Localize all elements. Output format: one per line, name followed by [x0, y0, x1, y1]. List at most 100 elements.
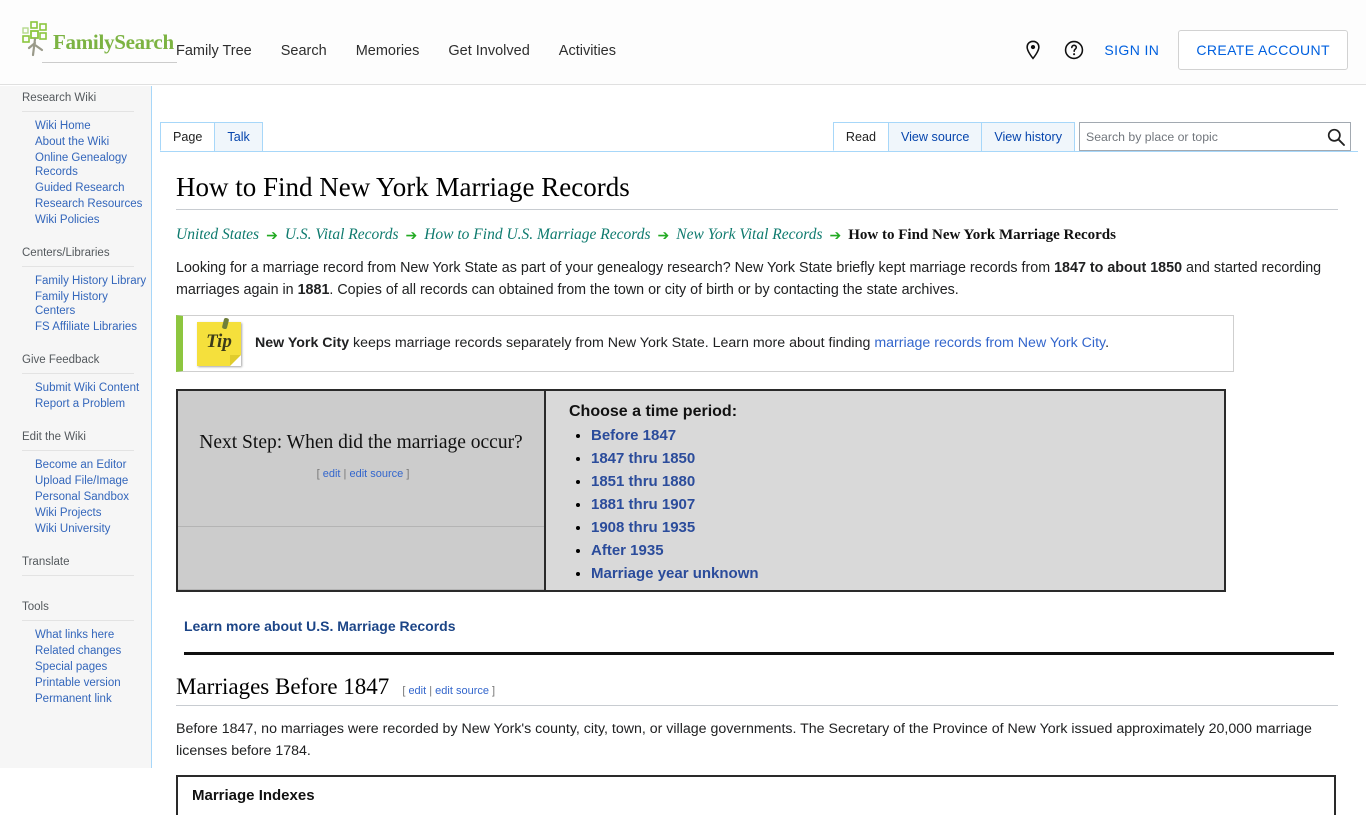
- sidebar-list-edit-the-wiki: Become an Editor Upload File/Image Perso…: [0, 457, 152, 537]
- search-box[interactable]: [1079, 122, 1351, 151]
- nav-item-search[interactable]: Search: [281, 43, 327, 59]
- sidebar-link-guided-research[interactable]: Guided Research: [35, 180, 125, 196]
- sign-in-link[interactable]: SIGN IN: [1104, 42, 1159, 58]
- list-item[interactable]: 1908 thru 1935: [591, 519, 1224, 537]
- tab-view-history[interactable]: View history: [981, 122, 1075, 151]
- sidebar-item-what-links-here[interactable]: What links here: [35, 627, 152, 643]
- time-period-option-1847-thru-1850[interactable]: 1847 thru 1850: [591, 450, 695, 467]
- tab-talk[interactable]: Talk: [214, 122, 263, 151]
- sidebar-item-personal-sandbox[interactable]: Personal Sandbox: [35, 489, 152, 505]
- sidebar-item-upload-file-image[interactable]: Upload File/Image: [35, 473, 152, 489]
- sidebar-item-family-history-centers[interactable]: Family History Centers: [35, 289, 152, 319]
- sidebar-link-family-history-centers[interactable]: Family History Centers: [35, 289, 148, 319]
- sidebar-link-report-a-problem[interactable]: Report a Problem: [35, 396, 125, 412]
- tab-page[interactable]: Page: [160, 122, 216, 151]
- familysearch-logo[interactable]: FamilySearch: [20, 21, 177, 63]
- edit-link[interactable]: edit: [323, 468, 341, 480]
- sidebar-link-what-links-here[interactable]: What links here: [35, 627, 114, 643]
- help-circle-icon[interactable]: [1063, 38, 1085, 62]
- sidebar-link-family-history-library[interactable]: Family History Library: [35, 273, 146, 289]
- sidebar-heading-tools: Tools: [22, 601, 49, 613]
- next-step-question-wrap: Next Step: When did the marriage occur? […: [188, 428, 534, 489]
- time-period-list: Before 1847 1847 thru 1850 1851 thru 188…: [566, 427, 1224, 583]
- next-step-edit-links: [ edit | edit source ]: [317, 468, 410, 480]
- search-icon[interactable]: [1326, 127, 1346, 147]
- nav-item-family-tree[interactable]: Family Tree: [176, 43, 252, 59]
- sidebar-link-permanent-link[interactable]: Permanent link: [35, 691, 112, 707]
- learn-more-link[interactable]: Learn more about U.S. Marriage Records: [184, 618, 456, 634]
- intro-bold-1: 1847 to about 1850: [1054, 260, 1183, 276]
- sidebar-item-special-pages[interactable]: Special pages: [35, 659, 152, 675]
- tip-tail: .: [1105, 335, 1110, 351]
- list-item[interactable]: 1851 thru 1880: [591, 473, 1224, 491]
- nav-item-memories[interactable]: Memories: [356, 43, 420, 59]
- sidebar-link-printable-version[interactable]: Printable version: [35, 675, 121, 691]
- sidebar-item-online-genealogy-records[interactable]: Online Genealogy Records: [35, 150, 152, 180]
- time-period-option-after-1935[interactable]: After 1935: [591, 542, 664, 559]
- sidebar-item-related-changes[interactable]: Related changes: [35, 643, 152, 659]
- sidebar-item-permanent-link[interactable]: Permanent link: [35, 691, 152, 707]
- location-pin-icon[interactable]: [1022, 38, 1044, 62]
- tab-read[interactable]: Read: [832, 122, 889, 151]
- sidebar-heading-centers-libraries: Centers/Libraries: [22, 247, 110, 259]
- time-period-option-1881-thru-1907[interactable]: 1881 thru 1907: [591, 496, 695, 513]
- intro-text-3: . Copies of all records can obtained fro…: [329, 282, 959, 298]
- sidebar-item-family-history-library[interactable]: Family History Library: [35, 273, 152, 289]
- breadcrumb-link-united-states[interactable]: United States: [176, 226, 259, 244]
- sidebar-item-report-a-problem[interactable]: Report a Problem: [35, 396, 152, 412]
- sidebar-group-edit-the-wiki: Edit the Wiki Become an Editor Upload Fi…: [0, 425, 152, 537]
- sidebar-link-research-resources[interactable]: Research Resources: [35, 196, 142, 212]
- nav-item-activities[interactable]: Activities: [559, 43, 616, 59]
- time-period-choices: Choose a time period: Before 1847 1847 t…: [546, 391, 1224, 590]
- sidebar-link-online-genealogy-records[interactable]: Online Genealogy Records: [35, 150, 148, 180]
- tip-note-fold: [230, 355, 241, 366]
- sidebar-link-wiki-university[interactable]: Wiki University: [35, 521, 110, 537]
- sidebar-item-wiki-projects[interactable]: Wiki Projects: [35, 505, 152, 521]
- section-edit-source-link[interactable]: edit source: [435, 685, 489, 697]
- search-input[interactable]: [1080, 123, 1326, 150]
- time-period-option-before-1847[interactable]: Before 1847: [591, 427, 676, 444]
- sidebar-item-printable-version[interactable]: Printable version: [35, 675, 152, 691]
- sidebar-link-special-pages[interactable]: Special pages: [35, 659, 107, 675]
- sidebar-item-wiki-university[interactable]: Wiki University: [35, 521, 152, 537]
- sidebar-link-wiki-home[interactable]: Wiki Home: [35, 118, 91, 134]
- sidebar-link-submit-wiki-content[interactable]: Submit Wiki Content: [35, 380, 139, 396]
- sidebar-item-wiki-home[interactable]: Wiki Home: [35, 118, 152, 134]
- nav-item-get-involved[interactable]: Get Involved: [448, 43, 529, 59]
- sidebar-item-fs-affiliate-libraries[interactable]: FS Affiliate Libraries: [35, 319, 152, 335]
- sidebar-link-personal-sandbox[interactable]: Personal Sandbox: [35, 489, 129, 505]
- section-edit-link[interactable]: edit: [408, 685, 426, 697]
- sidebar-link-about-the-wiki[interactable]: About the Wiki: [35, 134, 109, 150]
- tab-row-background: [160, 122, 850, 151]
- breadcrumb-link-how-to-find-us-marriage-records[interactable]: How to Find U.S. Marriage Records: [424, 226, 650, 244]
- sidebar-link-fs-affiliate-libraries[interactable]: FS Affiliate Libraries: [35, 319, 137, 335]
- list-item[interactable]: Marriage year unknown: [591, 565, 1224, 583]
- article-body: How to Find New York Marriage Records Un…: [152, 152, 1366, 815]
- sidebar-link-wiki-policies[interactable]: Wiki Policies: [35, 212, 100, 228]
- sidebar-item-research-resources[interactable]: Research Resources: [35, 196, 152, 212]
- marriage-indexes-title: Marriage Indexes: [192, 787, 315, 804]
- list-item[interactable]: Before 1847: [591, 427, 1224, 445]
- create-account-button[interactable]: CREATE ACCOUNT: [1178, 30, 1348, 70]
- sidebar-link-become-an-editor[interactable]: Become an Editor: [35, 457, 126, 473]
- breadcrumb-link-new-york-vital-records[interactable]: New York Vital Records: [676, 226, 822, 244]
- sidebar-item-about-the-wiki[interactable]: About the Wiki: [35, 134, 152, 150]
- list-item[interactable]: 1847 thru 1850: [591, 450, 1224, 468]
- list-item[interactable]: After 1935: [591, 542, 1224, 560]
- sidebar-link-wiki-projects[interactable]: Wiki Projects: [35, 505, 101, 521]
- breadcrumb-link-us-vital-records[interactable]: U.S. Vital Records: [285, 226, 399, 244]
- sidebar-group-tools: Tools What links here Related changes Sp…: [0, 595, 152, 707]
- sidebar-item-guided-research[interactable]: Guided Research: [35, 180, 152, 196]
- sidebar-item-wiki-policies[interactable]: Wiki Policies: [35, 212, 152, 228]
- sidebar-link-related-changes[interactable]: Related changes: [35, 643, 121, 659]
- sidebar-item-submit-wiki-content[interactable]: Submit Wiki Content: [35, 380, 152, 396]
- time-period-option-marriage-year-unknown[interactable]: Marriage year unknown: [591, 565, 759, 582]
- tab-view-source[interactable]: View source: [887, 122, 983, 151]
- list-item[interactable]: 1881 thru 1907: [591, 496, 1224, 514]
- time-period-option-1851-thru-1880[interactable]: 1851 thru 1880: [591, 473, 695, 490]
- time-period-option-1908-thru-1935[interactable]: 1908 thru 1935: [591, 519, 695, 536]
- tip-link-nyc-marriage-records[interactable]: marriage records from New York City: [874, 335, 1105, 351]
- sidebar-item-become-an-editor[interactable]: Become an Editor: [35, 457, 152, 473]
- edit-source-link[interactable]: edit source: [349, 468, 403, 480]
- sidebar-link-upload-file-image[interactable]: Upload File/Image: [35, 473, 128, 489]
